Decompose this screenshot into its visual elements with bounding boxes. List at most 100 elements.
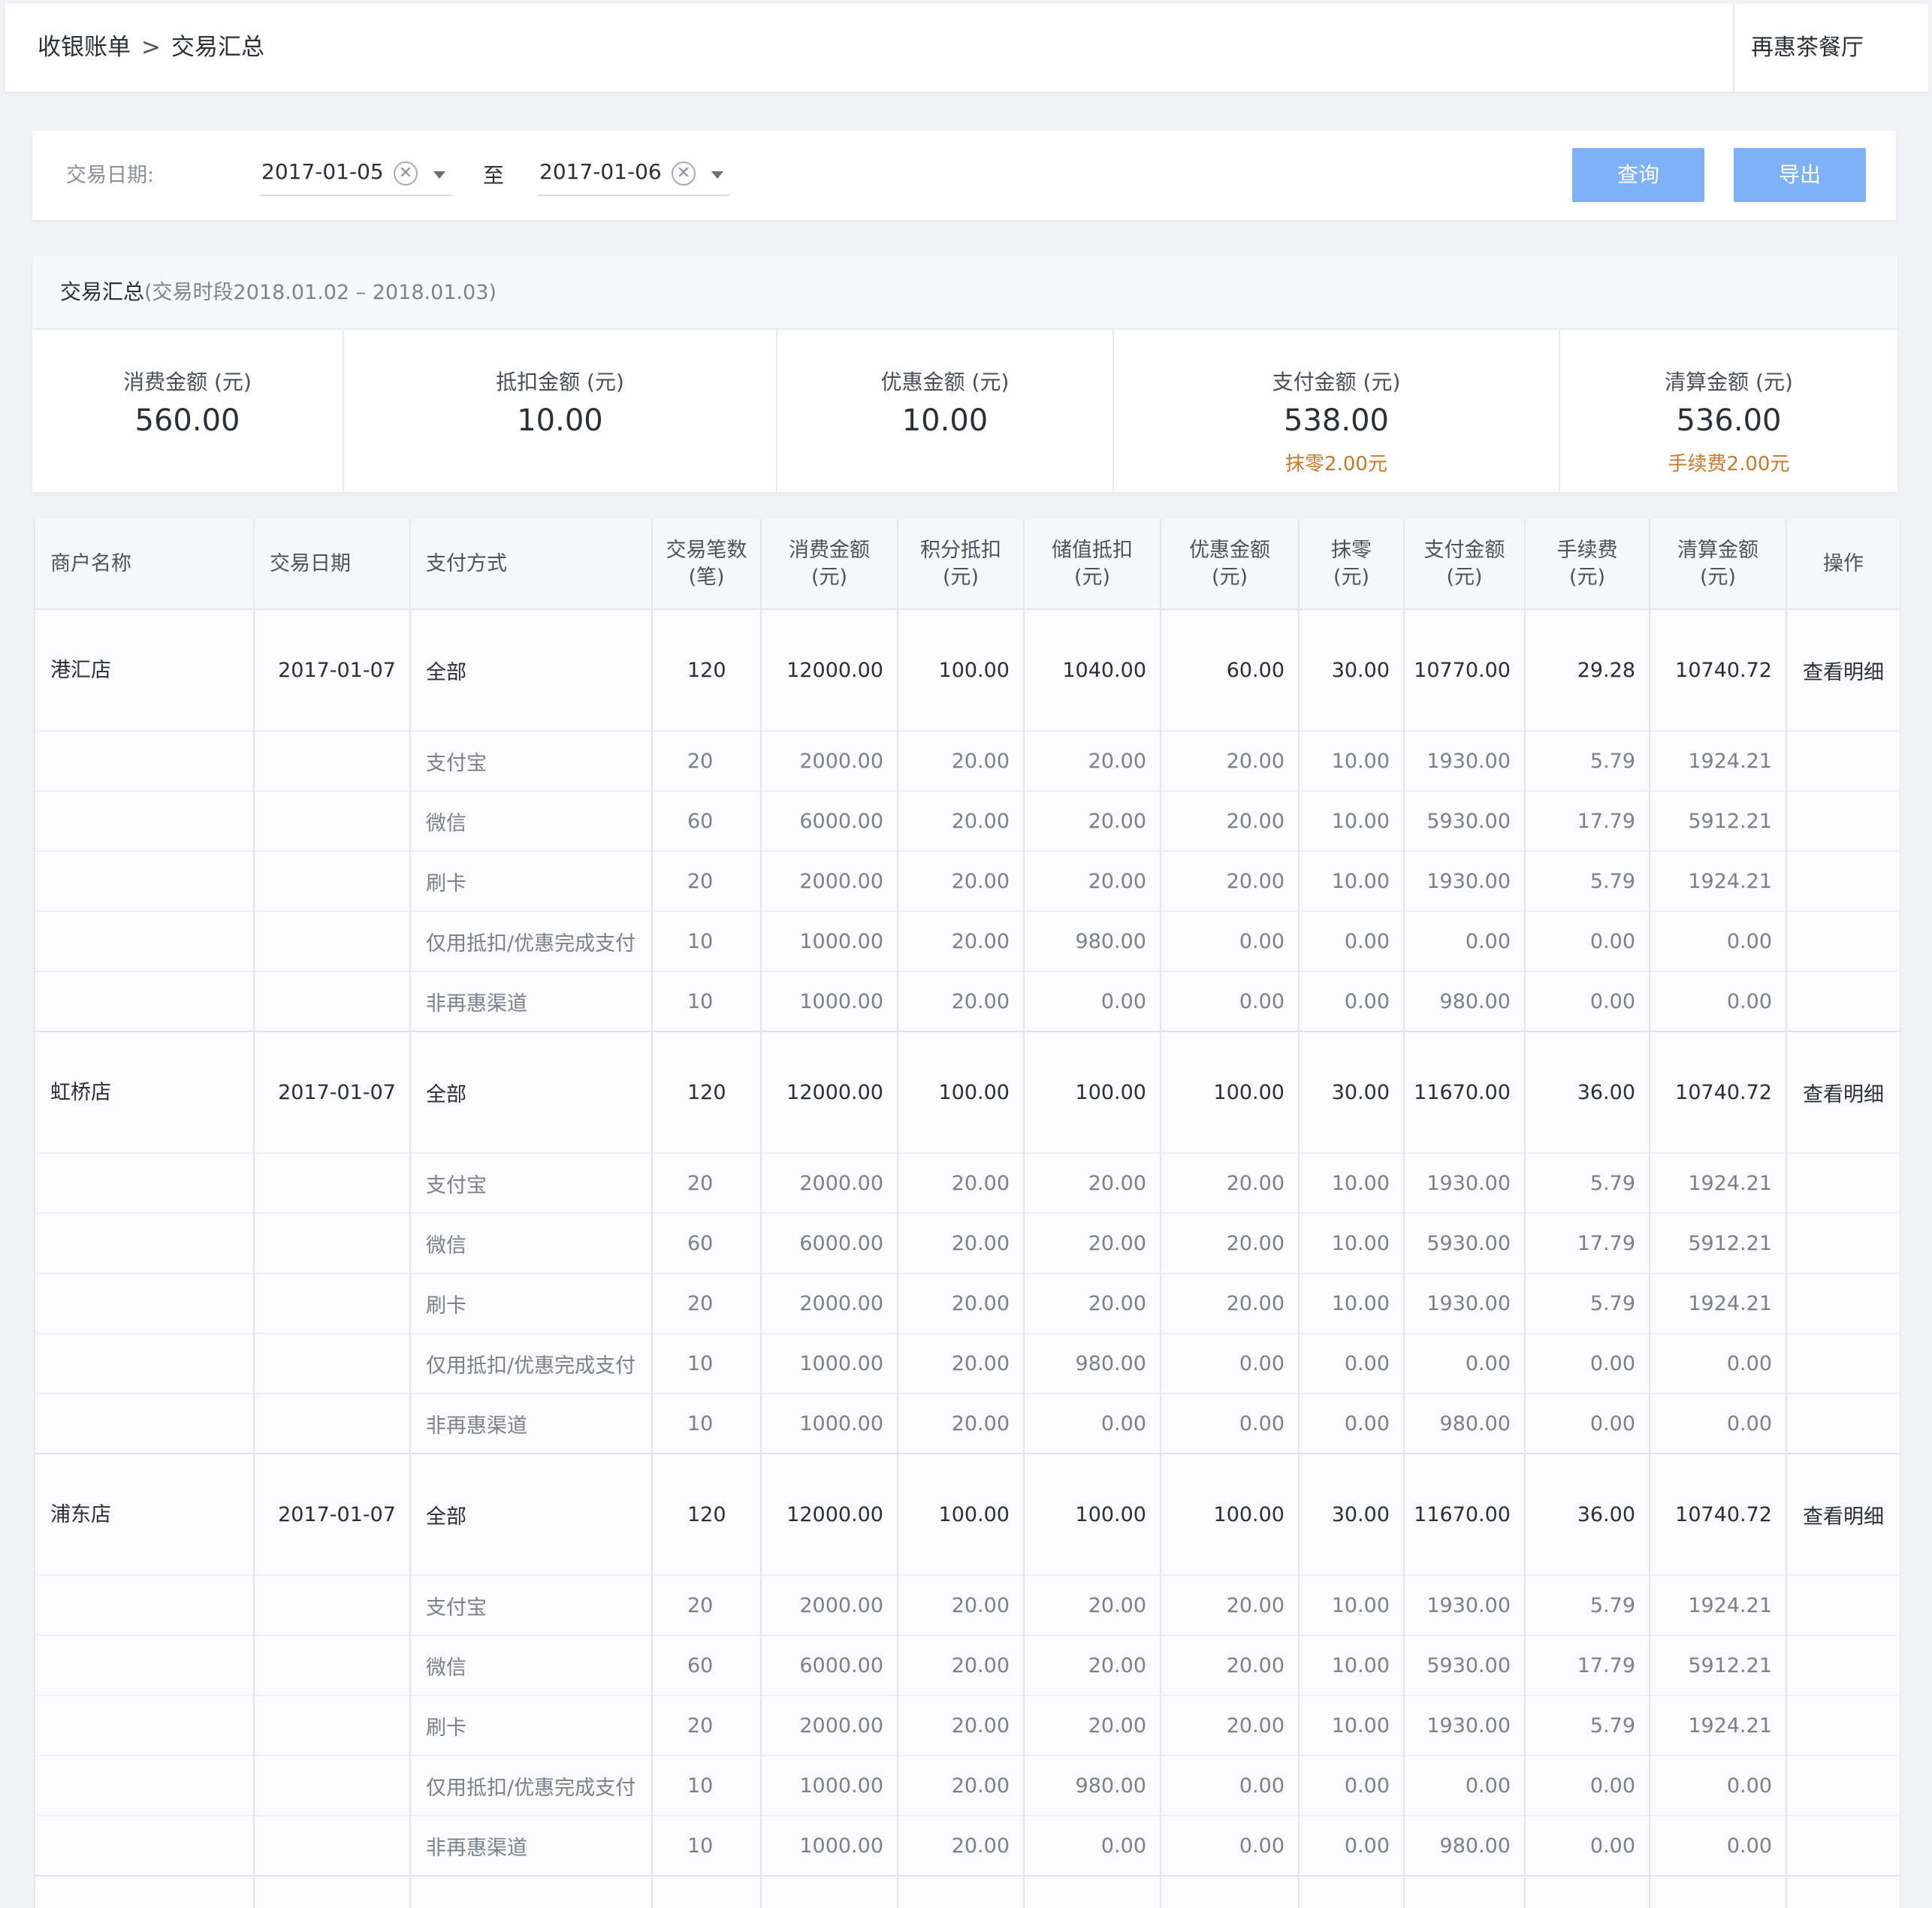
column-header-text: 积分抵扣 [920, 538, 1001, 562]
cell-settle: 0.00 [1650, 971, 1787, 1031]
cell-rounding: 30.00 [1299, 1031, 1405, 1153]
cell-count: 10 [652, 1333, 762, 1393]
cell-trade-date [254, 1574, 411, 1635]
cell-action-empty [1786, 1635, 1900, 1695]
cell-merchant-name [35, 1815, 255, 1876]
cell-fee: 5.79 [1525, 1273, 1650, 1333]
cell-settle: 10740.72 [1650, 1453, 1787, 1575]
transaction-table-container[interactable]: 商户名称 交易日期 支付方式 交易笔数 (笔) 消费金额 (元) 积分抵扣 (元) 储值抵扣 (元)… [34, 519, 1900, 1908]
cell-consume: 1000.00 [761, 1333, 898, 1393]
empty-cell [1024, 1875, 1161, 1908]
stat-note: 抹零2.00元 [1285, 453, 1387, 475]
column-header-text: (元) [1211, 565, 1248, 589]
cell-count: 20 [652, 1273, 762, 1333]
stat-note: 手续费2.00元 [1668, 453, 1790, 475]
empty-cell [1404, 1875, 1526, 1908]
cell-trade-date [254, 850, 411, 911]
payment-method-row: 非再惠渠道 10 1000.00 20.00 0.00 0.00 0.00 980.00 0.0… [35, 971, 1900, 1031]
stat-label: 抵扣金额 (元) [496, 370, 624, 394]
shop-name[interactable]: 再惠茶餐厅 [1733, 4, 1928, 92]
stat-paid: 支付金额 (元) 538.00 抹零2.00元 [1114, 330, 1560, 492]
cell-action-empty [1786, 1393, 1900, 1454]
export-button[interactable]: 导出 [1734, 148, 1866, 202]
cell-trade-date [254, 971, 411, 1031]
cell-paid: 1930.00 [1404, 1152, 1526, 1213]
cell-rounding: 10.00 [1299, 1574, 1405, 1635]
start-date-dropdown-icon[interactable] [433, 171, 445, 179]
cell-discount: 20.00 [1161, 1635, 1300, 1695]
cell-discount: 20.00 [1161, 730, 1300, 791]
column-header-settle: 清算金额 (元) [1650, 519, 1787, 610]
cell-stored-value: 980.00 [1024, 910, 1161, 971]
payment-method-row: 支付宝 20 2000.00 20.00 20.00 20.00 10.00 1930.00 5… [35, 1574, 1900, 1635]
cell-settle: 0.00 [1650, 1815, 1787, 1876]
cell-fee: 0.00 [1525, 1333, 1650, 1393]
summary-title: 交易汇总(交易时段2018.01.02 – 2018.01.03) [60, 256, 497, 329]
cell-discount: 100.00 [1161, 1453, 1300, 1575]
cell-points: 20.00 [898, 1273, 1025, 1333]
cell-merchant-name: 虹桥店 [35, 1031, 255, 1153]
cell-discount: 20.00 [1161, 1574, 1300, 1635]
cell-points: 20.00 [898, 1815, 1025, 1876]
cell-rounding: 10.00 [1299, 1635, 1405, 1695]
clear-end-date-icon[interactable]: ✕ [672, 162, 696, 186]
cell-merchant-name [35, 1695, 255, 1756]
cell-payment-method: 仅用抵扣/优惠完成支付 [410, 1333, 653, 1393]
start-date-picker[interactable]: 2017-01-05 ✕ [260, 153, 451, 196]
stat-label: 优惠金额 (元) [880, 370, 1010, 394]
cell-payment-method: 非再惠渠道 [410, 1815, 653, 1876]
cell-points: 20.00 [898, 730, 1025, 791]
cell-action-empty [1786, 850, 1900, 911]
cell-fee: 5.79 [1525, 1574, 1650, 1635]
cell-discount: 20.00 [1161, 1695, 1300, 1756]
cell-paid: 10770.00 [1404, 609, 1526, 731]
cell-action-empty [1786, 910, 1900, 971]
stat-label: 清算金额 (元) [1665, 370, 1793, 394]
cell-action-empty [1786, 1273, 1900, 1333]
cell-settle: 1924.21 [1650, 1273, 1787, 1333]
cell-rounding: 30.00 [1299, 1453, 1405, 1575]
cell-consume: 12000.00 [761, 1031, 898, 1153]
cell-points: 100.00 [898, 1453, 1025, 1575]
cell-discount: 20.00 [1161, 1273, 1300, 1333]
cell-stored-value: 20.00 [1024, 1212, 1161, 1273]
cell-payment-method: 微信 [410, 790, 653, 851]
payment-method-row: 微信 60 6000.00 20.00 20.00 20.00 10.00 5930.00 17… [35, 1635, 1900, 1695]
column-header-date: 交易日期 [254, 519, 411, 610]
column-header-discount: 优惠金额 (元) [1161, 519, 1300, 610]
view-detail-link[interactable]: 查看明细 [1786, 1453, 1900, 1575]
cell-count: 10 [652, 1393, 762, 1454]
cell-rounding: 0.00 [1299, 910, 1405, 971]
cell-paid: 1930.00 [1404, 850, 1526, 911]
column-header-text: 抹零 [1331, 538, 1372, 562]
cell-settle: 10740.72 [1650, 1031, 1787, 1153]
cell-merchant-name [35, 1273, 255, 1333]
cell-rounding: 10.00 [1299, 1695, 1405, 1756]
end-date-dropdown-icon[interactable] [711, 171, 723, 179]
column-header-payment-method: 支付方式 [410, 519, 653, 610]
cell-merchant-name [35, 850, 255, 911]
cell-fee: 0.00 [1525, 971, 1650, 1031]
end-date-value: 2017-01-06 [539, 159, 662, 184]
cell-payment-method: 微信 [410, 1635, 653, 1695]
view-detail-link[interactable]: 查看明细 [1786, 609, 1900, 731]
summary-header: 交易汇总(交易时段2018.01.02 – 2018.01.03) [32, 256, 1897, 330]
end-date-picker[interactable]: 2017-01-06 ✕ [538, 153, 729, 196]
cell-trade-date [254, 1393, 411, 1454]
cell-rounding: 0.00 [1299, 971, 1405, 1031]
clear-start-date-icon[interactable]: ✕ [394, 162, 418, 186]
view-detail-link[interactable]: 查看明细 [1786, 1031, 1900, 1153]
payment-method-row: 刷卡 20 2000.00 20.00 20.00 20.00 10.00 1930.00 5.… [35, 1695, 1900, 1756]
column-header-text: (元) [1699, 565, 1737, 589]
breadcrumb-root[interactable]: 收银账单 [38, 34, 131, 61]
cell-consume: 2000.00 [761, 1273, 898, 1333]
empty-cell [410, 1875, 653, 1908]
cell-paid: 980.00 [1404, 971, 1526, 1031]
empty-cell [1525, 1875, 1650, 1908]
column-header-text: (元) [1073, 565, 1111, 589]
query-button[interactable]: 查询 [1572, 148, 1704, 202]
cell-trade-date [254, 1152, 411, 1213]
cell-action-empty [1786, 1815, 1900, 1876]
stat-discount: 优惠金额 (元) 10.00 [777, 330, 1114, 492]
cell-rounding: 0.00 [1299, 1815, 1405, 1876]
